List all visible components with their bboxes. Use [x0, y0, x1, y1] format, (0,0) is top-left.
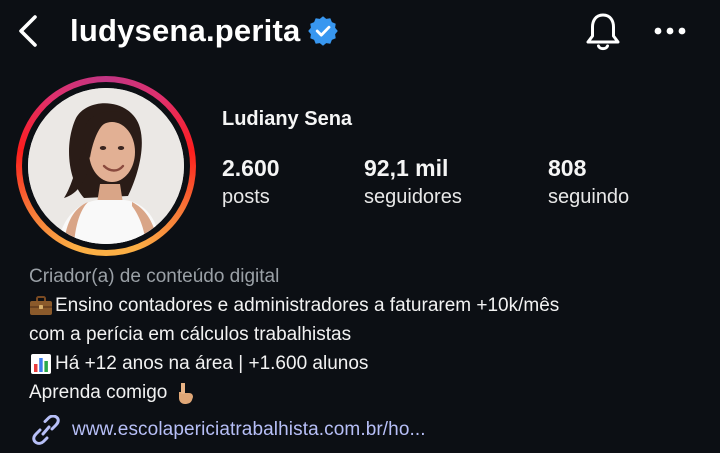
followers-count[interactable]: 92,1 mil seguidores — [364, 153, 462, 211]
more-options-button[interactable] — [648, 10, 692, 52]
bio-text: com a perícia em cálculos trabalhistas — [29, 324, 352, 345]
website-link[interactable]: www.escolapericiatrabalhista.com.br/ho..… — [28, 414, 426, 446]
bio-text: Há +12 anos na área | +1.600 alunos — [55, 353, 369, 374]
following-value: 808 — [548, 155, 587, 181]
bio-line: Há +12 anos na área | +1.600 alunos — [29, 349, 709, 378]
website-url[interactable]: www.escolapericiatrabalhista.com.br/ho..… — [72, 419, 426, 441]
bio-text: Ensino contadores e administradores a fa… — [55, 295, 560, 316]
notifications-button[interactable] — [580, 8, 626, 56]
display-name: Ludiany Sena — [222, 108, 353, 130]
briefcase-icon — [29, 295, 53, 317]
bio-section: Criador(a) de conteúdo digital Ensino co… — [29, 262, 709, 407]
followers-label: seguidores — [364, 186, 462, 208]
story-ring[interactable] — [16, 76, 196, 256]
followers-value: 92,1 mil — [364, 155, 449, 181]
more-options-icon — [654, 27, 686, 35]
back-button[interactable] — [12, 12, 44, 50]
posts-value: 2.600 — [222, 155, 280, 181]
back-arrow-icon — [19, 15, 37, 47]
bio-line: Ensino contadores e administradores a fa… — [29, 291, 709, 320]
username-row: ludysena.perita — [70, 10, 339, 52]
posts-label: posts — [222, 186, 270, 208]
profile-avatar[interactable] — [28, 88, 184, 244]
verified-badge-icon — [308, 16, 339, 46]
bio-text: Aprenda comigo — [29, 382, 168, 403]
category-label: Criador(a) de conteúdo digital — [29, 266, 280, 287]
bar-chart-icon — [29, 353, 53, 375]
following-label: seguindo — [548, 186, 630, 208]
following-count[interactable]: 808 seguindo — [548, 153, 629, 211]
bell-icon — [586, 13, 620, 51]
profile-username: ludysena.perita — [70, 13, 301, 48]
bio-line: Aprenda comigo — [29, 378, 709, 407]
pointing-down-icon — [173, 382, 197, 404]
bio-line: com a perícia em cálculos trabalhistas — [29, 320, 709, 349]
profile-header: ludysena.perita — [0, 0, 720, 68]
posts-count[interactable]: 2.600 posts — [222, 153, 280, 211]
link-icon — [28, 414, 64, 446]
